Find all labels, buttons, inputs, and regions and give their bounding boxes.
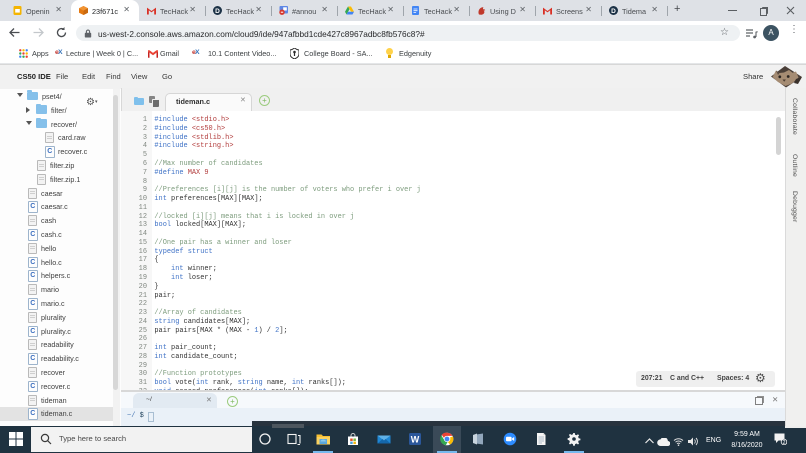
svg-text:W: W bbox=[411, 435, 420, 445]
svg-text:D: D bbox=[215, 8, 220, 15]
svg-text:D: D bbox=[611, 8, 616, 15]
svg-text:2: 2 bbox=[783, 440, 786, 445]
